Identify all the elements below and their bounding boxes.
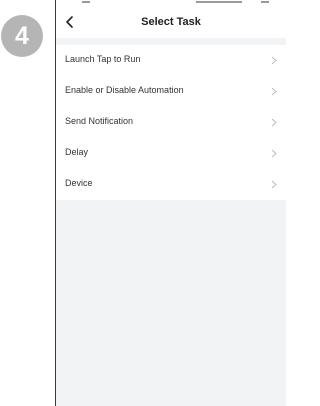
task-item-send-notification[interactable]: Send Notification — [56, 107, 286, 138]
step-badge-number: 4 — [15, 22, 29, 50]
chevron-right-icon — [271, 118, 277, 127]
page: 4 Select Task Launch Tap to Run Enable o… — [0, 0, 286, 406]
task-item-label: Send Notification — [65, 116, 134, 126]
status-bar — [56, 0, 286, 8]
task-item-delay[interactable]: Delay — [56, 138, 286, 169]
page-title: Select Task — [141, 16, 201, 28]
chevron-right-icon — [271, 149, 277, 158]
task-item-label: Delay — [65, 147, 89, 157]
task-item-label: Device — [65, 178, 93, 188]
section-gap — [56, 38, 286, 45]
task-list: Launch Tap to Run Enable or Disable Auto… — [56, 45, 286, 200]
task-item-label: Launch Tap to Run — [65, 54, 141, 64]
step-badge-icon: 4 — [1, 15, 43, 57]
chevron-right-icon — [271, 87, 277, 96]
chevron-right-icon — [271, 180, 277, 189]
task-item-launch-tap-to-run[interactable]: Launch Tap to Run — [56, 45, 286, 76]
chevron-right-icon — [271, 56, 277, 65]
nav-bar: Select Task — [56, 8, 286, 38]
task-item-enable-or-disable-automation[interactable]: Enable or Disable Automation — [56, 76, 286, 107]
status-bar-fragment — [196, 1, 242, 3]
phone-screen: Select Task Launch Tap to Run Enable or … — [55, 0, 286, 406]
task-item-device[interactable]: Device — [56, 169, 286, 200]
status-bar-fragment — [261, 1, 269, 3]
status-bar-fragment — [82, 1, 90, 3]
task-item-label: Enable or Disable Automation — [65, 85, 184, 95]
